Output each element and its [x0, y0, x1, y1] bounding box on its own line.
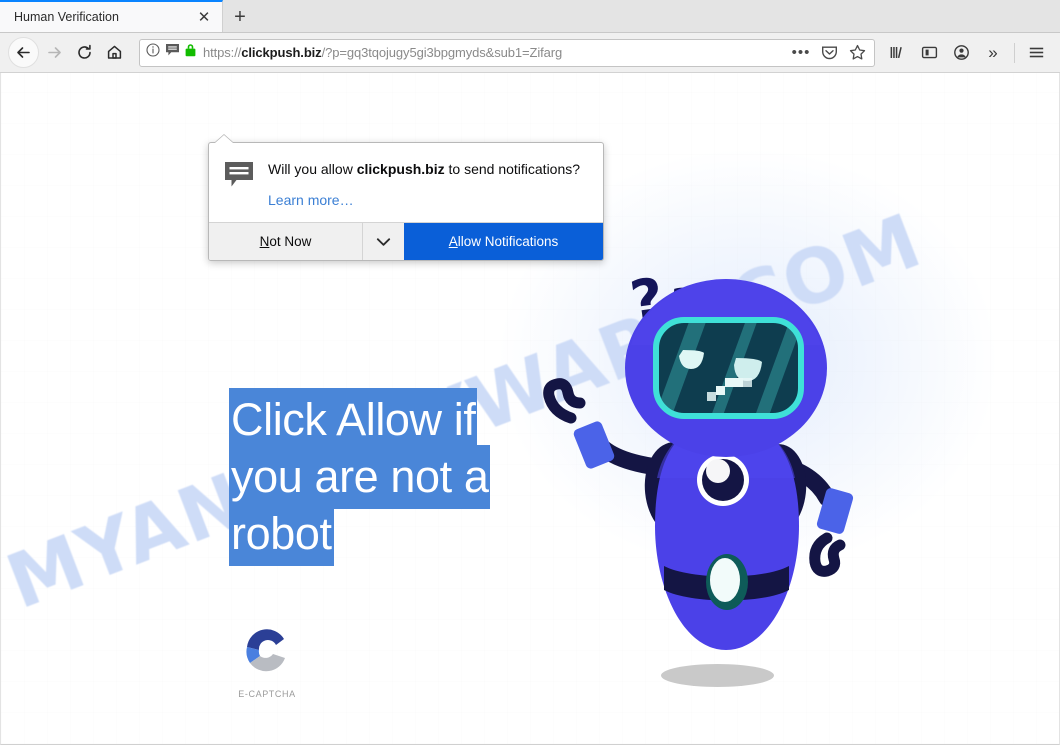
- identity-box[interactable]: [146, 43, 203, 62]
- doorhanger-text: Will you allow clickpush.biz to send not…: [268, 159, 587, 210]
- doorhanger-arrow: [215, 135, 233, 143]
- url-bar[interactable]: https://clickpush.biz/?p=gq3tqojugy5gi3b…: [139, 38, 875, 67]
- headline-line-3: robot: [229, 502, 334, 566]
- hamburger-menu-icon[interactable]: [1020, 38, 1052, 68]
- close-tab-icon[interactable]: ✕: [194, 7, 214, 27]
- learn-more-link[interactable]: Learn more…: [268, 192, 354, 208]
- back-button-icon[interactable]: [8, 37, 39, 68]
- headline-line-2: you are not a: [229, 445, 491, 509]
- headline-line-1: Click Allow if: [229, 388, 478, 452]
- new-tab-icon[interactable]: +: [223, 2, 257, 32]
- doorhanger-buttons: Not Now Allow Notifications: [209, 222, 603, 260]
- tab-strip: Human Verification ✕ +: [0, 0, 1060, 33]
- not-now-button[interactable]: Not Now: [209, 223, 362, 260]
- bookmark-star-icon[interactable]: [844, 41, 870, 65]
- forward-button-icon[interactable]: [39, 38, 69, 68]
- padlock-icon[interactable]: [185, 43, 196, 62]
- toolbar-divider: [1014, 42, 1015, 63]
- library-icon[interactable]: [881, 38, 913, 68]
- reload-button-icon[interactable]: [69, 38, 99, 68]
- page-content: MYANTISPYWARE.COM ? ?: [0, 73, 1060, 745]
- sidebar-icon[interactable]: [913, 38, 945, 68]
- captcha-logo: E-CAPTCHA: [237, 625, 297, 699]
- page-actions-icon[interactable]: •••: [788, 41, 814, 65]
- robot-shadow: [661, 664, 774, 687]
- account-icon[interactable]: [945, 38, 977, 68]
- browser-window: Human Verification ✕ + https://clickpush…: [0, 0, 1060, 745]
- robot-visor: [653, 317, 804, 419]
- pocket-icon[interactable]: [816, 41, 842, 65]
- allow-notifications-button[interactable]: Allow Notifications: [404, 223, 603, 260]
- captcha-label: E-CAPTCHA: [238, 689, 296, 699]
- notification-permission-icon[interactable]: [165, 43, 180, 62]
- doorhanger-body: Will you allow clickpush.biz to send not…: [209, 143, 603, 222]
- tab-title: Human Verification: [14, 10, 119, 24]
- tab-human-verification[interactable]: Human Verification ✕: [0, 0, 223, 32]
- page-headline: Click Allow if you are not a robot: [229, 388, 529, 566]
- robot-chest-button: [697, 454, 749, 506]
- chevron-down-icon[interactable]: [362, 223, 404, 260]
- url-text[interactable]: https://clickpush.biz/?p=gq3tqojugy5gi3b…: [203, 45, 788, 60]
- captcha-c-icon: [246, 629, 285, 672]
- info-icon[interactable]: [146, 43, 160, 62]
- overflow-chevron-icon[interactable]: »: [977, 38, 1009, 68]
- notification-permission-popup: Will you allow clickpush.biz to send not…: [208, 142, 604, 261]
- doorhanger-question: Will you allow clickpush.biz to send not…: [268, 161, 581, 177]
- notification-bubble-icon: [224, 161, 254, 210]
- toolbar-right-actions: »: [881, 38, 1052, 68]
- home-button-icon[interactable]: [99, 38, 129, 68]
- url-bar-actions: •••: [788, 41, 870, 65]
- navigation-toolbar: https://clickpush.biz/?p=gq3tqojugy5gi3b…: [0, 33, 1060, 73]
- robot-illustration: ? ?: [531, 258, 881, 683]
